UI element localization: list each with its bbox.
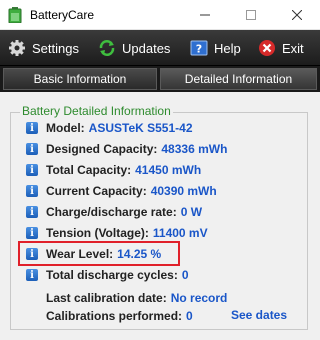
minimize-icon bbox=[200, 14, 210, 16]
exit-icon bbox=[259, 40, 275, 56]
charge-rate-row: i Charge/discharge rate: 0 W bbox=[26, 204, 202, 220]
svg-text:?: ? bbox=[196, 43, 202, 56]
tension-row: i Tension (Voltage): 11400 mV bbox=[26, 225, 208, 241]
info-icon[interactable]: i bbox=[26, 206, 38, 218]
window-title: BatteryCare bbox=[30, 8, 95, 22]
designed-capacity-value: 48336 mWh bbox=[161, 142, 228, 156]
designed-capacity-row: i Designed Capacity: 48336 mWh bbox=[26, 141, 227, 157]
last-calibration-label: Last calibration date: bbox=[46, 291, 167, 305]
battery-icon bbox=[8, 7, 22, 23]
help-button[interactable]: ? Help bbox=[190, 36, 241, 60]
see-dates-link[interactable]: See dates bbox=[231, 308, 287, 322]
wear-level-highlight bbox=[18, 241, 180, 266]
settings-button[interactable]: Settings bbox=[8, 36, 79, 60]
info-icon[interactable]: i bbox=[26, 185, 38, 197]
current-capacity-row: i Current Capacity: 40390 mWh bbox=[26, 183, 217, 199]
toolbar: Settings Updates ? Help Exit bbox=[0, 30, 320, 66]
close-icon bbox=[292, 10, 302, 20]
model-value: ASUSTeK S551-42 bbox=[88, 121, 193, 135]
tab-bar: Basic Information Detailed Information bbox=[0, 66, 320, 92]
current-capacity-label: Current Capacity: bbox=[46, 184, 147, 198]
charge-rate-value: 0 W bbox=[180, 205, 203, 219]
tab-basic-information[interactable]: Basic Information bbox=[3, 68, 157, 90]
calibrations-label: Calibrations performed: bbox=[46, 309, 183, 323]
discharge-cycles-row: i Total discharge cycles: 0 bbox=[26, 267, 189, 283]
minimize-button[interactable] bbox=[182, 0, 228, 30]
discharge-cycles-value: 0 bbox=[181, 268, 189, 282]
designed-capacity-label: Designed Capacity: bbox=[46, 142, 158, 156]
settings-label: Settings bbox=[32, 40, 79, 56]
last-calibration-value: No record bbox=[170, 291, 228, 305]
updates-button[interactable]: Updates bbox=[98, 36, 170, 60]
info-icon[interactable]: i bbox=[26, 269, 38, 281]
calibrations-value: 0 bbox=[186, 309, 193, 323]
updates-label: Updates bbox=[122, 40, 171, 56]
title-bar: BatteryCare bbox=[0, 0, 320, 30]
info-icon[interactable]: i bbox=[26, 122, 38, 134]
exit-label: Exit bbox=[282, 40, 304, 56]
info-icon[interactable]: i bbox=[26, 227, 38, 239]
gear-icon bbox=[9, 40, 25, 56]
total-capacity-label: Total Capacity: bbox=[46, 163, 132, 177]
info-icon[interactable]: i bbox=[26, 164, 38, 176]
total-capacity-value: 41450 mWh bbox=[135, 163, 202, 177]
help-icon: ? bbox=[190, 40, 208, 56]
last-calibration-row: Last calibration date: No record bbox=[46, 290, 227, 306]
current-capacity-value: 40390 mWh bbox=[150, 184, 217, 198]
help-label: Help bbox=[214, 40, 241, 56]
refresh-icon bbox=[99, 40, 115, 56]
total-capacity-row: i Total Capacity: 41450 mWh bbox=[26, 162, 201, 178]
group-title: Battery Detailed Information bbox=[20, 104, 173, 118]
model-row: i Model: ASUSTeK S551-42 bbox=[26, 120, 193, 136]
maximize-icon bbox=[246, 10, 256, 20]
model-label: Model: bbox=[46, 121, 85, 135]
charge-rate-label: Charge/discharge rate: bbox=[46, 205, 177, 219]
info-icon[interactable]: i bbox=[26, 143, 38, 155]
exit-button[interactable]: Exit bbox=[258, 36, 304, 60]
tab-detailed-information[interactable]: Detailed Information bbox=[160, 68, 317, 90]
tension-label: Tension (Voltage): bbox=[46, 226, 149, 240]
discharge-cycles-label: Total discharge cycles: bbox=[46, 268, 178, 282]
tension-value: 11400 mV bbox=[152, 226, 208, 240]
close-button[interactable] bbox=[274, 0, 320, 30]
calibrations-row: Calibrations performed: 0 bbox=[46, 308, 193, 324]
maximize-button[interactable] bbox=[228, 0, 274, 30]
